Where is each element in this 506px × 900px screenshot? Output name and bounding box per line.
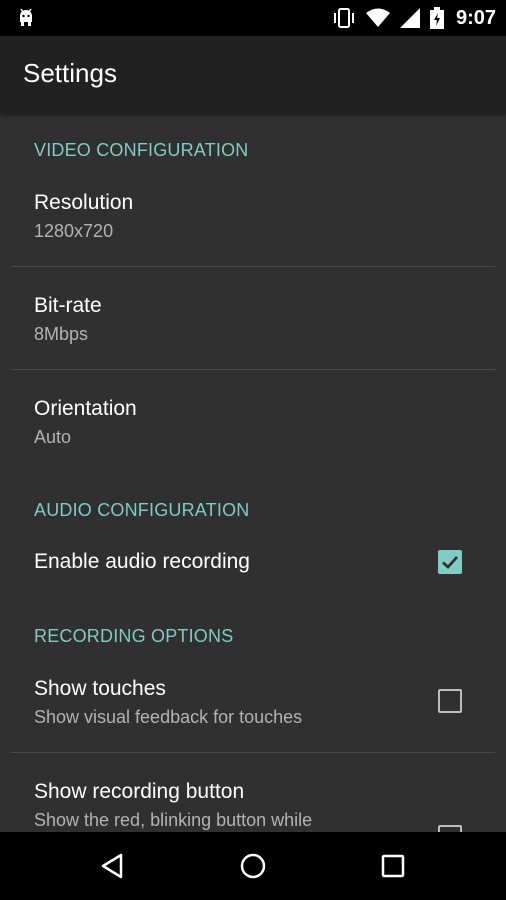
pref-summary: Show visual feedback for touches	[34, 707, 303, 727]
page-title: Settings	[23, 58, 117, 88]
pref-title: Resolution	[34, 191, 134, 214]
pref-summary: Show the red, blinking button while	[34, 810, 313, 830]
pref-orientation[interactable]: Orientation Auto	[0, 370, 506, 470]
pref-title: Show recording button	[34, 780, 245, 803]
pref-summary: 8Mbps	[34, 324, 89, 344]
pref-summary: 1280x720	[34, 221, 114, 241]
settings-list[interactable]: VIDEO CONFIGURATION Resolution 1280x720 …	[0, 113, 506, 832]
section-header-video: VIDEO CONFIGURATION	[34, 140, 249, 160]
section-header-audio: AUDIO CONFIGURATION	[34, 500, 250, 520]
wifi-icon	[365, 8, 390, 28]
pref-title: Orientation	[34, 397, 137, 420]
show-recording-button-checkbox[interactable]	[438, 825, 462, 832]
back-icon[interactable]	[97, 850, 129, 882]
section-header-recording: RECORDING OPTIONS	[34, 626, 234, 646]
status-time: 9:07	[455, 6, 496, 29]
pref-bitrate[interactable]: Bit-rate 8Mbps	[0, 267, 506, 369]
pref-title: Bit-rate	[34, 294, 102, 317]
status-bar: 9:07	[0, 0, 506, 36]
navigation-bar	[0, 832, 506, 900]
home-icon[interactable]	[237, 850, 269, 882]
cell-signal-icon	[399, 8, 420, 28]
pref-resolution[interactable]: Resolution 1280x720	[0, 168, 506, 266]
recents-icon[interactable]	[377, 850, 409, 882]
pref-show-touches[interactable]: Show touches Show visual feedback for to…	[0, 654, 506, 752]
pref-title: Show touches	[34, 677, 166, 700]
pref-summary: Auto	[34, 427, 72, 447]
vibrate-icon	[332, 7, 356, 29]
app-bar: Settings	[0, 36, 506, 113]
enable-audio-checkbox[interactable]	[438, 550, 462, 574]
pref-show-recording-button[interactable]: Show recording button Show the red, blin…	[0, 753, 506, 832]
pref-enable-audio[interactable]: Enable audio recording	[0, 531, 506, 593]
check-icon	[442, 556, 459, 569]
android-debug-icon	[14, 6, 38, 30]
pref-title: Enable audio recording	[34, 550, 250, 573]
battery-charging-icon	[429, 7, 444, 29]
show-touches-checkbox[interactable]	[438, 689, 462, 713]
